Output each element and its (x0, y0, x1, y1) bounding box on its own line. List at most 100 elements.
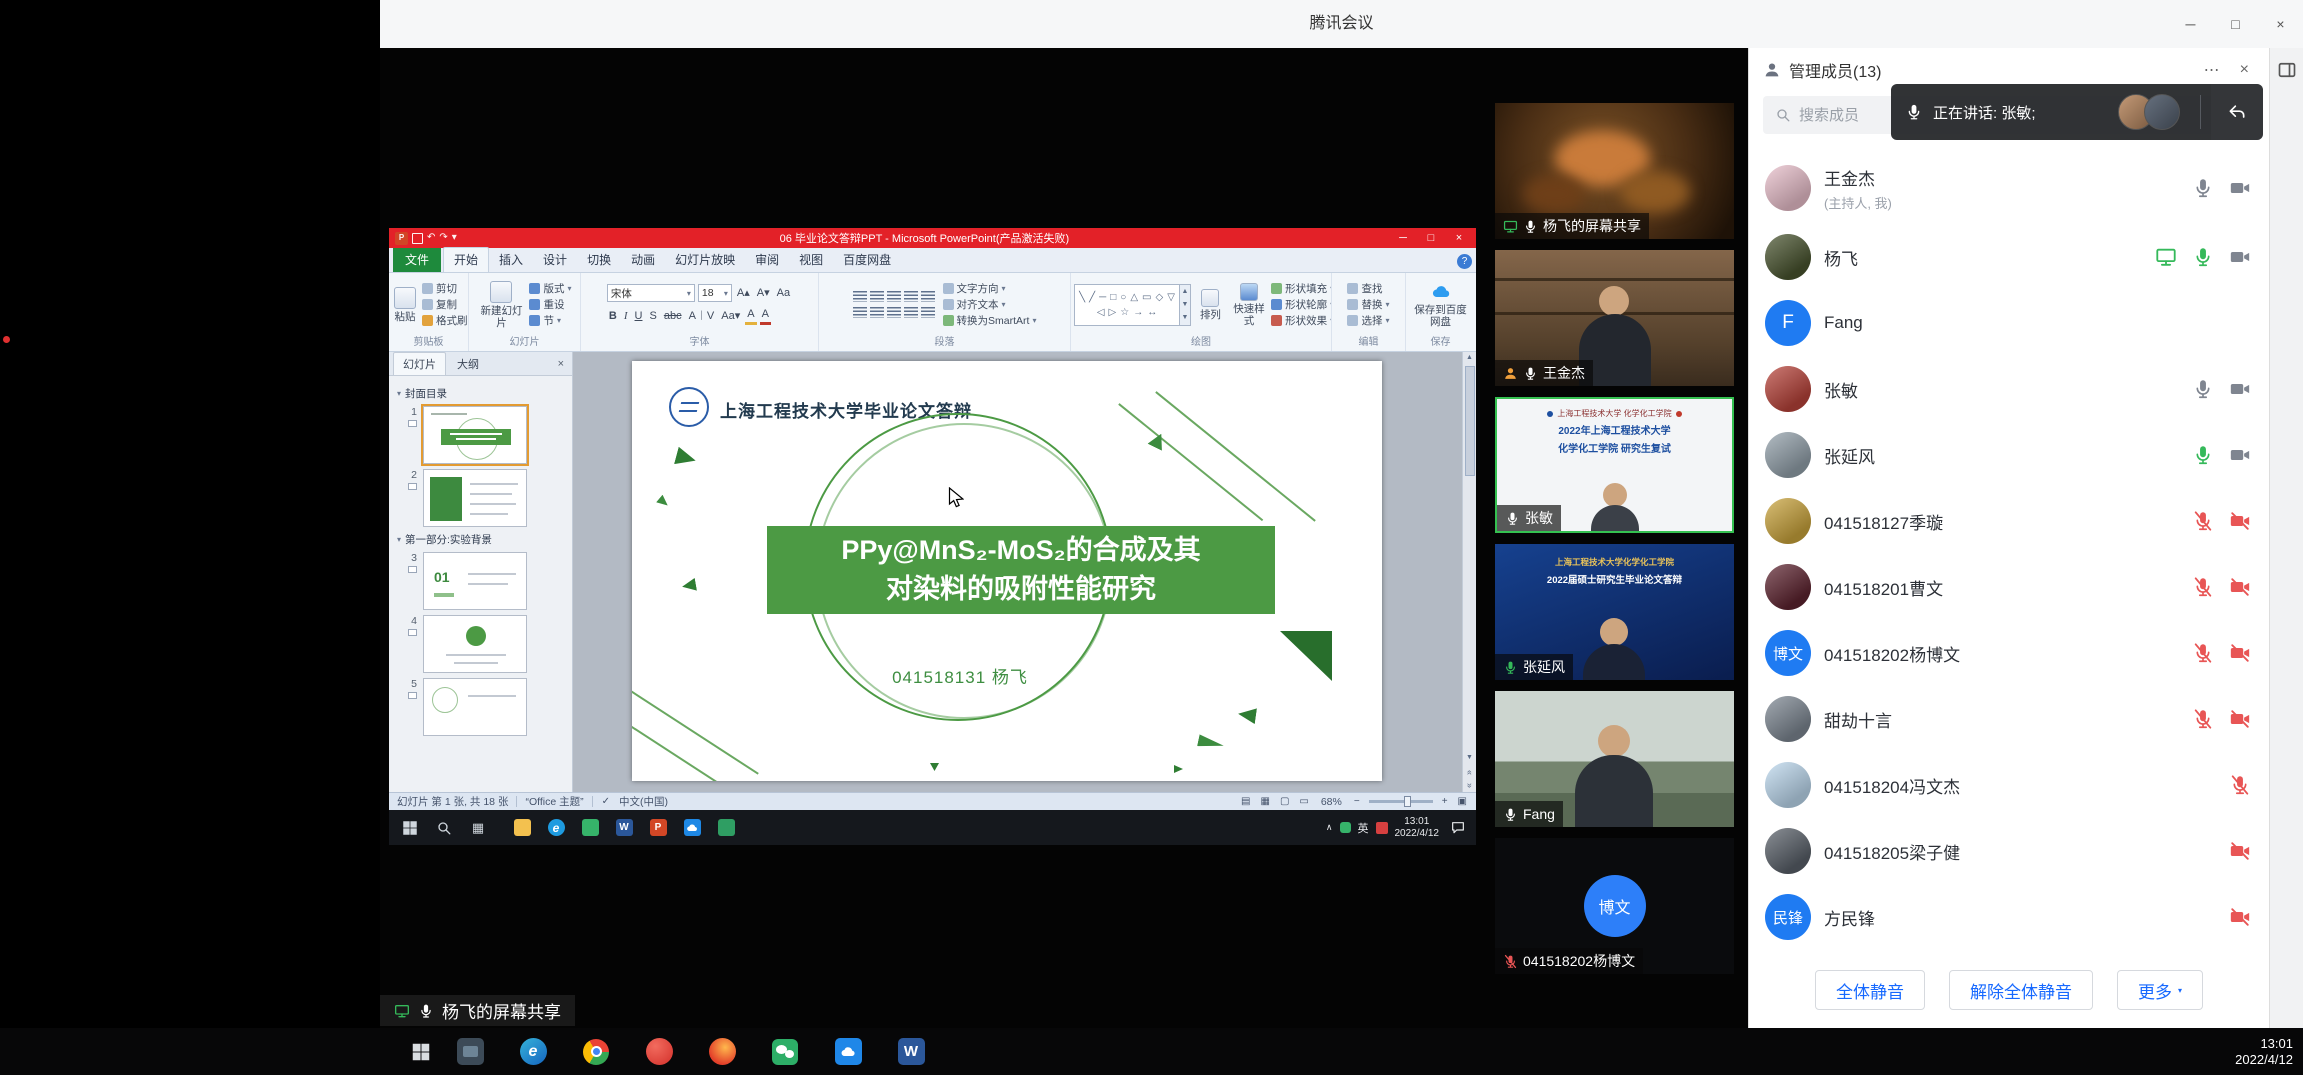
next-slide-button[interactable]: » (1465, 783, 1474, 788)
close-pane-icon[interactable]: × (554, 358, 568, 370)
panel-toggle-icon[interactable] (2277, 60, 2297, 80)
cloud-app-icon[interactable] (826, 1028, 870, 1075)
grow-font-button[interactable]: A▴ (735, 285, 752, 301)
clear-formatting-button[interactable]: Aa (775, 285, 792, 301)
tab-outline-pane[interactable]: 大纲 (448, 353, 488, 375)
close-button[interactable]: × (2258, 0, 2303, 48)
slideshow-button[interactable]: ▭ (1298, 796, 1309, 807)
layout-button[interactable]: 版式▾ (529, 282, 571, 296)
reset-button[interactable]: 重设 (529, 298, 571, 312)
member-row[interactable]: 041518127季璇 (1749, 488, 2269, 554)
member-row[interactable]: 张延风 (1749, 422, 2269, 488)
ppt-slide[interactable]: 上海工程技术大学毕业论文答辩 (632, 361, 1382, 781)
mic-icon[interactable] (2192, 246, 2214, 268)
columns-icon[interactable] (921, 307, 935, 318)
shrink-font-button[interactable]: A▾ (755, 285, 772, 301)
app-red-icon[interactable] (637, 1028, 681, 1075)
slide-thumbnail-1[interactable]: 1 (397, 406, 564, 464)
quick-styles-button[interactable]: 快速样式 (1230, 282, 1268, 328)
video-tile-screen-share[interactable]: 杨飞的屏幕共享 (1495, 103, 1734, 239)
quick-access-caret-icon[interactable]: ▾ (452, 232, 457, 244)
video-tile-zhangyanfeng[interactable]: 上海工程技术大学化学化工学院 2022届硕士研究生毕业论文答辩 张延风 (1495, 544, 1734, 680)
video-tile-zhangmin[interactable]: 上海工程技术大学 化学化工学院 2022年上海工程技术大学 化学化工学院 研究生… (1495, 397, 1734, 533)
shared-clock[interactable]: 13:01 2022/4/12 (1395, 816, 1440, 840)
member-row[interactable]: 张敏 (1749, 356, 2269, 422)
ppt-close-button[interactable]: × (1448, 232, 1470, 244)
align-center-icon[interactable] (870, 307, 884, 318)
spellcheck-icon[interactable]: ✓ (601, 796, 611, 807)
cut-button[interactable]: 剪切 (422, 282, 465, 296)
text-shadow-button[interactable]: S (647, 308, 658, 324)
search-icon[interactable] (429, 813, 459, 843)
bold-button[interactable]: B (607, 308, 619, 324)
align-left-icon[interactable] (853, 307, 867, 318)
help-icon[interactable]: ? (1457, 254, 1472, 269)
increase-indent-icon[interactable] (904, 291, 918, 302)
numbering-icon[interactable] (870, 291, 884, 302)
file-explorer-icon[interactable] (507, 813, 537, 843)
character-spacing-button[interactable]: A︱V (687, 308, 717, 324)
zoom-slider[interactable] (1369, 800, 1433, 803)
member-row[interactable]: 041518204冯文杰 (1749, 752, 2269, 818)
shape-outline-button[interactable]: 形状轮廓▾ (1271, 298, 1328, 312)
ime-indicator[interactable]: 英 (1358, 820, 1369, 836)
camera-icon[interactable] (2229, 444, 2251, 466)
align-text-button[interactable]: 对齐文本▾ (943, 298, 1037, 312)
word-icon[interactable]: W (889, 1028, 933, 1075)
line-spacing-icon[interactable] (921, 291, 935, 302)
close-panel-icon[interactable]: × (2234, 61, 2255, 79)
justify-icon[interactable] (904, 307, 918, 318)
new-slide-button[interactable]: 新建幻灯片 (477, 280, 525, 330)
toast-collapse-button[interactable] (2211, 84, 2263, 140)
tab-slideshow[interactable]: 幻灯片放映 (665, 248, 745, 272)
camera-muted-icon[interactable] (2229, 576, 2251, 598)
member-row[interactable]: F Fang (1749, 290, 2269, 356)
shared-screen[interactable]: P ↶ ↷ ▾ 06 毕业论文答辩PPT - Microsoft PowerPo… (389, 228, 1476, 845)
ppt-minimize-button[interactable]: ─ (1392, 232, 1414, 244)
member-row[interactable]: 民锋 方民锋 (1749, 884, 2269, 948)
start-button[interactable] (395, 813, 425, 843)
scrollbar-thumb[interactable] (1465, 366, 1475, 476)
tab-transitions[interactable]: 切换 (577, 248, 621, 272)
undo-icon[interactable]: ↶ (427, 232, 435, 244)
italic-button[interactable]: I (622, 308, 630, 324)
reading-view-button[interactable]: ▢ (1279, 796, 1290, 807)
text-direction-button[interactable]: 文字方向▾ (943, 282, 1037, 296)
normal-view-button[interactable]: ▤ (1240, 796, 1251, 807)
wps-icon[interactable] (711, 813, 741, 843)
word-icon[interactable]: W (609, 813, 639, 843)
app-green-icon[interactable] (575, 813, 605, 843)
camera-icon[interactable] (2229, 378, 2251, 400)
save-icon[interactable] (412, 233, 423, 244)
screen-share-icon[interactable] (2155, 246, 2177, 268)
mic-icon[interactable] (2192, 378, 2214, 400)
section-button[interactable]: 节▾ (529, 314, 571, 328)
wechat-tray-icon[interactable] (1340, 822, 1351, 833)
font-color-button[interactable]: A (760, 306, 771, 325)
mic-muted-icon[interactable] (2192, 510, 2214, 532)
member-row[interactable]: 甜劫十言 (1749, 686, 2269, 752)
maximize-button[interactable]: □ (2213, 0, 2258, 48)
more-options-icon[interactable]: ⋯ (2198, 60, 2226, 80)
member-row[interactable]: 041518201曹文 (1749, 554, 2269, 620)
camera-muted-icon[interactable] (2229, 642, 2251, 664)
ppt-maximize-button[interactable]: □ (1420, 232, 1442, 244)
decrease-indent-icon[interactable] (887, 291, 901, 302)
start-button[interactable] (398, 1028, 444, 1075)
member-row[interactable]: 王金杰 (主持人, 我) (1749, 152, 2269, 224)
task-view-icon[interactable]: ▦ (463, 813, 493, 843)
camera-muted-icon[interactable] (2229, 906, 2251, 928)
video-tile-fang[interactable]: Fang (1495, 691, 1734, 827)
tab-view[interactable]: 视图 (789, 248, 833, 272)
member-row[interactable]: 杨飞 (1749, 224, 2269, 290)
select-button[interactable]: 选择▾ (1347, 314, 1389, 328)
mic-icon[interactable] (2192, 177, 2214, 199)
language-indicator[interactable]: 中文(中国) (619, 794, 668, 809)
camera-icon[interactable] (2229, 177, 2251, 199)
slide-thumbnail-5[interactable]: 5 (397, 678, 564, 736)
member-row[interactable]: 博文 041518202杨博文 (1749, 620, 2269, 686)
chrome-icon[interactable] (574, 1028, 618, 1075)
convert-smartart-button[interactable]: 转换为SmartArt▾ (943, 314, 1037, 328)
mic-muted-icon[interactable] (2229, 774, 2251, 796)
tab-animations[interactable]: 动画 (621, 248, 665, 272)
